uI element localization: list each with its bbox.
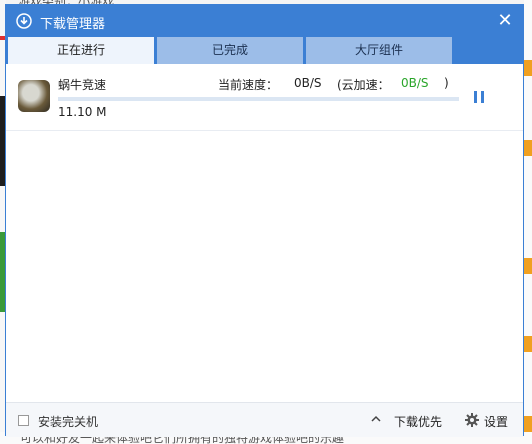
cloud-speed-label: (云加速： bbox=[337, 78, 390, 92]
download-list: 蜗牛竞速 当前速度： 0B/S (云加速： 0B/S ) 11.10 M bbox=[6, 64, 523, 402]
pause-icon[interactable] bbox=[472, 89, 486, 105]
download-icon bbox=[16, 13, 32, 29]
download-item[interactable]: 蜗牛竞速 当前速度： 0B/S (云加速： 0B/S ) 11.10 M bbox=[6, 64, 523, 131]
snail-game-icon bbox=[18, 80, 50, 112]
download-size: 11.10 M bbox=[58, 105, 107, 119]
cloud-speed-close: ) bbox=[444, 76, 449, 90]
download-name: 蜗牛竞速 bbox=[58, 78, 107, 92]
background-page-right bbox=[524, 0, 532, 444]
settings-label: 设置 bbox=[484, 415, 509, 429]
tab-bar: 正在进行 已完成 大厅组件 bbox=[6, 37, 523, 64]
window-title: 下载管理器 bbox=[40, 17, 106, 32]
speed-label: 当前速度： bbox=[218, 78, 279, 92]
shutdown-label: 安装完关机 bbox=[38, 415, 99, 429]
tab-in-progress[interactable]: 正在进行 bbox=[8, 37, 154, 64]
title-bar[interactable]: 下载管理器 ✕ bbox=[6, 5, 523, 37]
tab-lobby-components[interactable]: 大厅组件 bbox=[306, 37, 452, 64]
progress-bar bbox=[58, 97, 459, 101]
close-button[interactable]: ✕ bbox=[495, 10, 515, 32]
chevron-up-icon[interactable] bbox=[370, 412, 382, 426]
footer-bar: 安装完关机 下载优先 设置 bbox=[6, 402, 523, 437]
gear-icon bbox=[465, 413, 479, 427]
tab-completed[interactable]: 已完成 bbox=[157, 37, 303, 64]
download-priority-button[interactable]: 下载优先 bbox=[394, 413, 442, 430]
current-speed: 0B/S bbox=[294, 76, 322, 90]
cloud-speed: 0B/S bbox=[401, 76, 429, 90]
shutdown-checkbox[interactable] bbox=[18, 415, 29, 426]
download-manager-dialog: 下载管理器 ✕ 正在进行 已完成 大厅组件 蜗牛竞速 当前速度： 0B/S (云… bbox=[5, 4, 524, 437]
